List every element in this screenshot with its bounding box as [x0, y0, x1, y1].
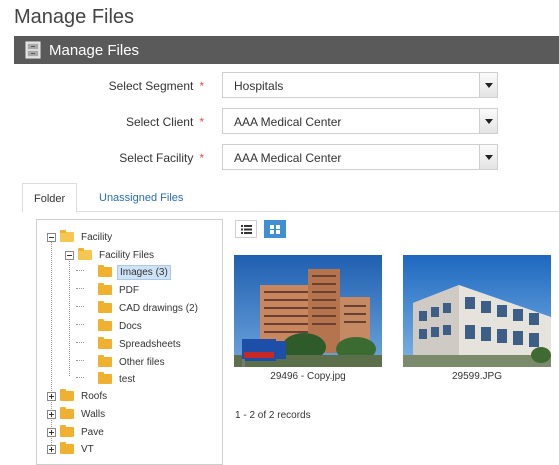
facility-select[interactable]: AAA Medical Center	[222, 144, 498, 170]
file-name: 29496 - Copy.jpg	[270, 371, 346, 382]
tree-node-pave[interactable]: Pave	[47, 425, 106, 439]
client-row: Select Client * AAA Medical Center	[14, 108, 559, 136]
chevron-down-icon[interactable]	[479, 109, 497, 133]
expand-icon[interactable]	[47, 444, 56, 454]
required-marker: *	[199, 79, 204, 93]
folder-icon	[98, 337, 112, 349]
file-thumbnail[interactable]: 29496 - Copy.jpg	[234, 255, 382, 382]
facility-value: AAA Medical Center	[234, 151, 342, 165]
facility-label: Select Facility *	[119, 151, 204, 165]
tree-node-images[interactable]: Images (3)	[98, 264, 171, 280]
segment-select[interactable]: Hospitals	[222, 72, 498, 98]
grid-view-button[interactable]	[264, 220, 286, 238]
page-title: Manage Files	[14, 6, 135, 28]
folder-icon	[98, 301, 112, 313]
folder-icon	[98, 265, 112, 277]
folder-open-icon	[78, 248, 92, 260]
grid-icon	[270, 224, 280, 234]
segment-label: Select Segment *	[108, 79, 204, 93]
segment-row: Select Segment * Hospitals	[14, 72, 559, 100]
tree-node-facility[interactable]: Facility	[47, 230, 114, 244]
list-view-button[interactable]	[235, 220, 257, 238]
required-marker: *	[199, 115, 204, 129]
client-label: Select Client *	[125, 115, 204, 129]
expand-icon[interactable]	[47, 391, 56, 401]
tree-node-pdf[interactable]: PDF	[98, 283, 141, 297]
tree-node-walls[interactable]: Walls	[47, 407, 107, 421]
records-count: 1 - 2 of 2 records	[235, 410, 311, 421]
panel-title: Manage Files	[49, 41, 140, 59]
folder-open-icon	[60, 230, 74, 242]
expand-icon[interactable]	[47, 409, 56, 419]
tree-node-other-files[interactable]: Other files	[98, 355, 167, 369]
file-thumbnail[interactable]: 29599.JPG	[403, 255, 551, 382]
folder-icon	[60, 389, 74, 401]
tab-unassigned-files[interactable]: Unassigned Files	[88, 183, 194, 212]
folder-icon	[98, 283, 112, 295]
file-name: 29599.JPG	[451, 371, 503, 382]
collapse-icon[interactable]	[47, 232, 56, 242]
expand-icon[interactable]	[47, 427, 56, 437]
tree-node-test[interactable]: test	[98, 372, 137, 386]
client-select[interactable]: AAA Medical Center	[222, 108, 498, 134]
chevron-down-icon[interactable]	[479, 145, 497, 169]
chevron-down-icon[interactable]	[479, 73, 497, 97]
tree-node-facility-files[interactable]: Facility Files	[65, 248, 156, 262]
panel-header: Manage Files	[14, 36, 559, 64]
folder-icon	[60, 407, 74, 419]
tree-node-roofs[interactable]: Roofs	[47, 389, 109, 403]
tab-folder[interactable]: Folder	[22, 183, 78, 213]
required-marker: *	[199, 151, 204, 165]
folder-tree: Facility Facility Files Images (3) PDF C…	[36, 219, 223, 465]
folder-icon	[98, 319, 112, 331]
folder-icon	[98, 355, 112, 367]
file-cabinet-icon	[25, 41, 41, 59]
collapse-icon[interactable]	[65, 250, 74, 260]
segment-value: Hospitals	[234, 79, 284, 93]
folder-icon	[60, 425, 74, 437]
tree-node-cad-drawings[interactable]: CAD drawings (2)	[98, 301, 200, 315]
list-icon	[240, 224, 252, 234]
tab-bar: Folder Unassigned Files	[22, 183, 559, 213]
tree-node-vt[interactable]: VT	[47, 442, 96, 456]
hospital-tower-image[interactable]	[234, 255, 382, 367]
folder-icon	[98, 372, 112, 384]
clinic-building-image[interactable]	[403, 255, 551, 367]
folder-icon	[60, 442, 74, 454]
facility-row: Select Facility * AAA Medical Center	[14, 144, 559, 172]
tree-node-spreadsheets[interactable]: Spreadsheets	[98, 337, 183, 351]
client-value: AAA Medical Center	[234, 115, 342, 129]
tree-node-docs[interactable]: Docs	[98, 319, 144, 333]
